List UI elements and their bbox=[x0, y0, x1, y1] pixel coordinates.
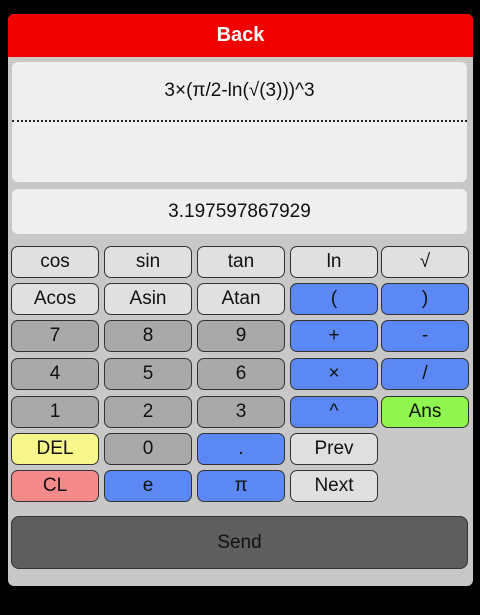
key-del[interactable]: DEL bbox=[11, 433, 99, 465]
key-clear[interactable]: CL bbox=[11, 470, 99, 502]
key-next[interactable]: Next bbox=[290, 470, 378, 502]
key-2[interactable]: 2 bbox=[104, 396, 192, 428]
key-e[interactable]: e bbox=[104, 470, 192, 502]
back-button[interactable]: Back bbox=[8, 14, 473, 57]
key-ans[interactable]: Ans bbox=[381, 396, 469, 428]
key-ln[interactable]: ln bbox=[290, 246, 378, 278]
key-acos[interactable]: Acos bbox=[11, 283, 99, 315]
key-divide[interactable]: / bbox=[381, 358, 469, 390]
key-sqrt[interactable]: √ bbox=[381, 246, 469, 278]
key-prev[interactable]: Prev bbox=[290, 433, 378, 465]
key-asin[interactable]: Asin bbox=[104, 283, 192, 315]
key-sin[interactable]: sin bbox=[104, 246, 192, 278]
key-7[interactable]: 7 bbox=[11, 320, 99, 352]
calculator-panel: Back 3×(π/2-ln(√(3)))^3 3.197597867929 c… bbox=[8, 14, 473, 586]
key-decimal[interactable]: . bbox=[197, 433, 285, 465]
key-minus[interactable]: - bbox=[381, 320, 469, 352]
expression-text: 3×(π/2-ln(√(3)))^3 bbox=[12, 62, 467, 122]
key-4[interactable]: 4 bbox=[11, 358, 99, 390]
key-multiply[interactable]: × bbox=[290, 358, 378, 390]
key-5[interactable]: 5 bbox=[104, 358, 192, 390]
key-plus[interactable]: + bbox=[290, 320, 378, 352]
key-tan[interactable]: tan bbox=[197, 246, 285, 278]
key-pi[interactable]: π bbox=[197, 470, 285, 502]
key-power[interactable]: ^ bbox=[290, 396, 378, 428]
key-9[interactable]: 9 bbox=[197, 320, 285, 352]
key-1[interactable]: 1 bbox=[11, 396, 99, 428]
key-3[interactable]: 3 bbox=[197, 396, 285, 428]
key-cos[interactable]: cos bbox=[11, 246, 99, 278]
key-8[interactable]: 8 bbox=[104, 320, 192, 352]
key-close-paren[interactable]: ) bbox=[381, 283, 469, 315]
key-open-paren[interactable]: ( bbox=[290, 283, 378, 315]
key-atan[interactable]: Atan bbox=[197, 283, 285, 315]
expression-display[interactable]: 3×(π/2-ln(√(3)))^3 bbox=[12, 62, 467, 182]
result-display: 3.197597867929 bbox=[12, 189, 467, 234]
send-button[interactable]: Send bbox=[11, 516, 468, 569]
key-0[interactable]: 0 bbox=[104, 433, 192, 465]
key-6[interactable]: 6 bbox=[197, 358, 285, 390]
